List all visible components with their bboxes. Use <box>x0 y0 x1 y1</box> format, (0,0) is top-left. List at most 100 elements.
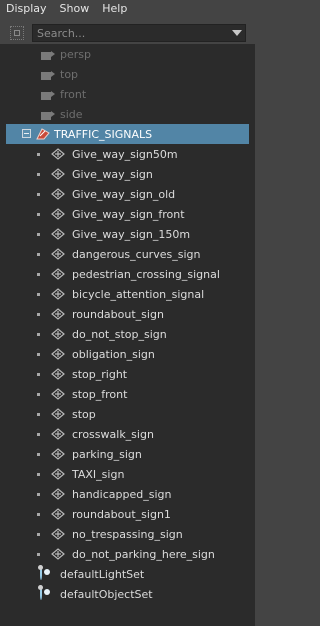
tree-item-label: do_not_stop_sign <box>72 327 167 341</box>
filter-icon[interactable] <box>10 26 24 40</box>
transform-node-icon <box>51 548 65 563</box>
object-set-icon <box>40 565 42 580</box>
search-row <box>0 22 255 44</box>
menu-display[interactable]: Display <box>0 0 54 18</box>
tree-item-label: roundabout_sign <box>72 307 164 321</box>
tree-item-label: roundabout_sign1 <box>72 507 171 521</box>
tree-item-persp[interactable]: persp <box>0 44 255 64</box>
tree-item-transform[interactable]: Give_way_sign_front <box>0 204 255 224</box>
tree-connector-dot <box>37 333 40 336</box>
tree-item-label: stop <box>72 407 96 421</box>
collapse-toggle-icon[interactable] <box>22 129 31 138</box>
tree-item-transform[interactable]: Give_way_sign_old <box>0 184 255 204</box>
tree-item-transform[interactable]: stop_right <box>0 364 255 384</box>
tree-item-label: Give_way_sign_old <box>72 187 176 201</box>
tree-item-transform[interactable]: Give_way_sign <box>0 164 255 184</box>
tree-connector-dot <box>37 313 40 316</box>
tree-connector-dot <box>37 273 40 276</box>
transform-node-icon <box>51 308 65 323</box>
tree-item-label: TRAFFIC_SIGNALS <box>54 127 153 141</box>
tree-item-transform[interactable]: pedestrian_crossing_signal <box>0 264 255 284</box>
tree-item-traffic-signals[interactable]: TRAFFIC_SIGNALS <box>6 124 249 144</box>
tree-connector-dot <box>37 513 40 516</box>
transform-node-icon <box>51 428 65 443</box>
tree-item-side[interactable]: side <box>0 104 255 124</box>
tree-item-default-object-set[interactable]: defaultObjectSet <box>0 584 255 604</box>
tree-connector-dot <box>37 253 40 256</box>
tree-item-top[interactable]: top <box>0 64 255 84</box>
tree-item-transform[interactable]: handicapped_sign <box>0 484 255 504</box>
transform-node-icon <box>51 408 65 423</box>
tree-item-transform[interactable]: roundabout_sign1 <box>0 504 255 524</box>
transform-node-icon <box>51 488 65 503</box>
menu-help[interactable]: Help <box>96 0 134 18</box>
tree-item-label: pedestrian_crossing_signal <box>72 267 220 281</box>
tree-item-label: side <box>60 107 83 121</box>
tree-item-front[interactable]: front <box>0 84 255 104</box>
tree-item-label: defaultObjectSet <box>60 587 153 601</box>
tree-item-transform[interactable]: do_not_stop_sign <box>0 324 255 344</box>
tree-connector-dot <box>37 433 40 436</box>
tree-connector-dot <box>37 173 40 176</box>
tree-item-label: obligation_sign <box>72 347 155 361</box>
transform-node-icon <box>51 148 65 163</box>
tree-connector-dot <box>37 413 40 416</box>
tree-item-label: parking_sign <box>72 447 142 461</box>
tree-item-label: crosswalk_sign <box>72 427 154 441</box>
tree-connector-dot <box>37 373 40 376</box>
tree-item-transform[interactable]: roundabout_sign <box>0 304 255 324</box>
tree-item-transform[interactable]: stop_front <box>0 384 255 404</box>
tree-item-transform[interactable]: do_not_parking_here_sign <box>0 544 255 564</box>
tree-item-label: front <box>60 87 87 101</box>
tree-item-transform[interactable]: crosswalk_sign <box>0 424 255 444</box>
transform-node-icon <box>51 168 65 183</box>
menu-bar: Display Show Help <box>0 0 255 18</box>
search-dropdown-icon[interactable] <box>232 30 242 36</box>
tree-item-transform[interactable]: TAXI_sign <box>0 464 255 484</box>
tree-connector-dot <box>37 233 40 236</box>
tree-item-label: persp <box>60 47 91 61</box>
tree-connector-dot <box>37 533 40 536</box>
tree-item-label: handicapped_sign <box>72 487 172 501</box>
transform-node-icon <box>51 528 65 543</box>
menu-show[interactable]: Show <box>54 0 97 18</box>
transform-node-icon <box>51 248 65 263</box>
outliner-tree: persp top front side TRAFFIC_SIGNALS Giv… <box>0 44 255 626</box>
tree-connector-dot <box>37 353 40 356</box>
tree-item-label: Give_way_sign_150m <box>72 227 191 241</box>
tree-item-transform[interactable]: obligation_sign <box>0 344 255 364</box>
tree-item-transform[interactable]: dangerous_curves_sign <box>0 244 255 264</box>
tree-item-label: Give_way_sign_front <box>72 207 185 221</box>
tree-item-transform[interactable]: Give_way_sign50m <box>0 144 255 164</box>
tree-item-transform[interactable]: bicycle_attention_signal <box>0 284 255 304</box>
transform-node-icon <box>51 368 65 383</box>
tree-item-label: top <box>60 67 79 81</box>
tree-connector-dot <box>37 213 40 216</box>
transform-node-icon <box>51 448 65 463</box>
tree-item-label: no_trespassing_sign <box>72 527 183 541</box>
camera-icon <box>41 110 55 123</box>
tree-item-transform[interactable]: no_trespassing_sign <box>0 524 255 544</box>
tree-item-label: TAXI_sign <box>72 467 125 481</box>
camera-icon <box>41 70 55 83</box>
transform-node-icon <box>51 288 65 303</box>
tree-connector-dot <box>37 553 40 556</box>
tree-item-label: do_not_parking_here_sign <box>72 547 215 561</box>
tree-item-transform[interactable]: Give_way_sign_150m <box>0 224 255 244</box>
tree-item-label: defaultLightSet <box>60 567 145 581</box>
transform-node-icon <box>51 328 65 343</box>
tree-connector-dot <box>37 393 40 396</box>
tree-connector-dot <box>37 453 40 456</box>
tree-connector-dot <box>37 293 40 296</box>
tree-item-transform[interactable]: parking_sign <box>0 444 255 464</box>
camera-icon <box>41 50 55 63</box>
tree-item-label: Give_way_sign <box>72 167 153 181</box>
tree-connector-dot <box>37 473 40 476</box>
group-transform-icon <box>35 127 51 144</box>
tree-item-transform[interactable]: stop <box>0 404 255 424</box>
tree-item-default-light-set[interactable]: defaultLightSet <box>0 564 255 584</box>
tree-connector-dot <box>37 493 40 496</box>
tree-connector-dot <box>37 153 40 156</box>
search-input[interactable] <box>33 26 231 40</box>
transform-node-icon <box>51 188 65 203</box>
